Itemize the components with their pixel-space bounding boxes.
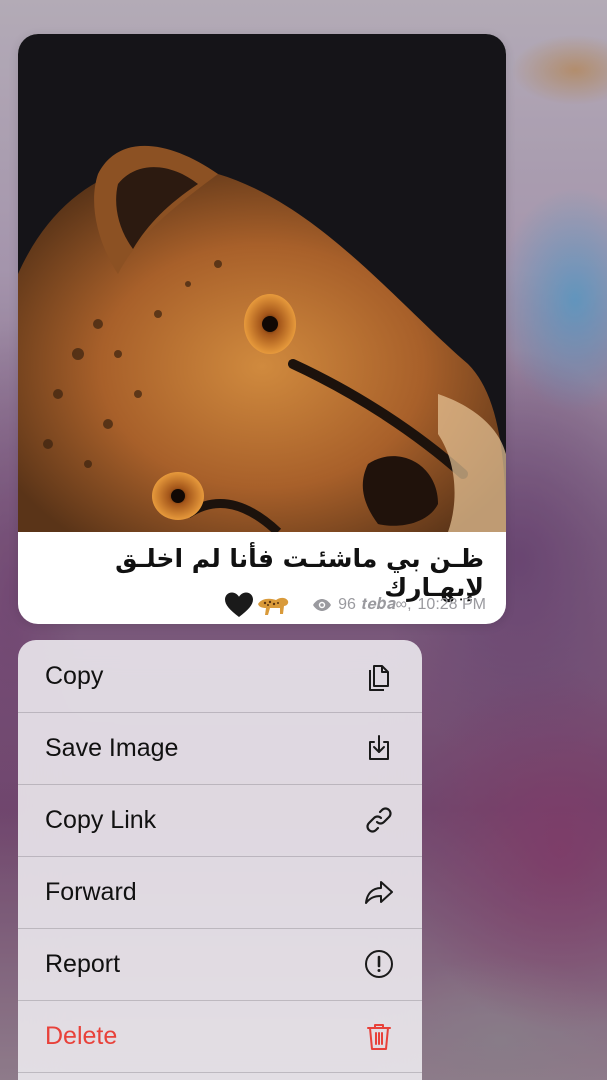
caption-emoji — [224, 591, 290, 619]
message-bubble[interactable]: ظـن بي ماشئـت فأنا لم اخلـق لإبهـارك 96 … — [18, 34, 506, 624]
report-label: Report — [45, 949, 121, 978]
forward-icon — [365, 881, 393, 904]
trash-icon — [367, 1024, 391, 1050]
leopard-icon — [258, 597, 289, 615]
views-eye-icon — [313, 599, 332, 611]
message-meta: 96 𝒕𝒆𝒃𝒂∞, 10:28 PM — [198, 590, 486, 620]
message-time: 10:28 PM — [417, 596, 486, 613]
menu-item-copy[interactable]: Copy — [18, 640, 422, 712]
copy-icon — [369, 665, 389, 691]
link-icon — [366, 807, 392, 833]
copy-link-label: Copy Link — [45, 805, 157, 834]
menu-item-report[interactable]: Report — [18, 928, 422, 1000]
delete-label: Delete — [45, 1021, 118, 1050]
context-menu: Copy Save Image Copy Link Forward Report — [18, 640, 422, 1080]
menu-item-save-image[interactable]: Save Image — [18, 712, 422, 784]
forward-label: Forward — [45, 877, 137, 906]
black-heart-icon — [225, 592, 254, 617]
report-icon — [365, 950, 393, 978]
menu-separator — [18, 1072, 422, 1073]
cheetah-photo[interactable] — [18, 34, 506, 532]
author-signature: 𝒕𝒆𝒃𝒂∞ — [361, 596, 408, 613]
menu-item-forward[interactable]: Forward — [18, 856, 422, 928]
meta-comma: , — [407, 596, 412, 613]
save-image-icon — [369, 735, 389, 760]
menu-item-delete[interactable]: Delete — [18, 1000, 422, 1072]
view-count: 96 — [338, 596, 356, 613]
menu-item-copy-link[interactable]: Copy Link — [18, 784, 422, 856]
save-image-label: Save Image — [45, 733, 179, 762]
copy-label: Copy — [45, 661, 104, 690]
